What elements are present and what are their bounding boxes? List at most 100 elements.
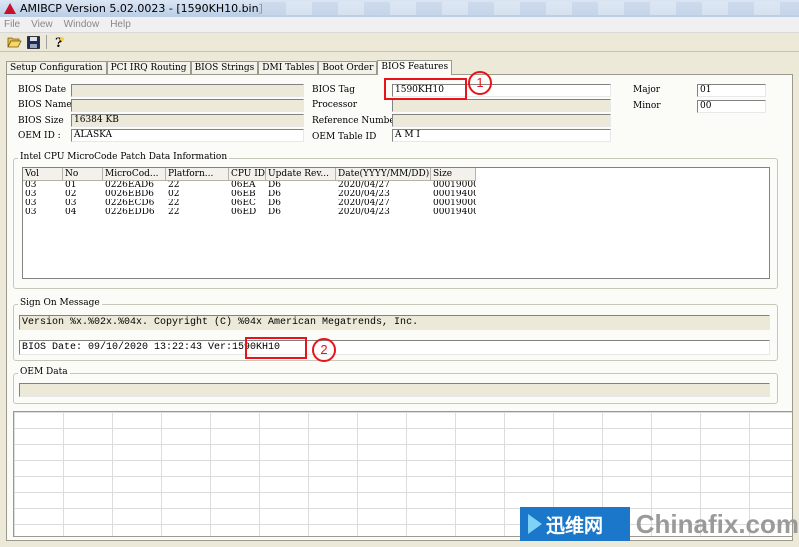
menu-bar: File View Window Help: [0, 17, 799, 33]
oem-table-id-field[interactable]: A M I: [392, 129, 611, 142]
column-header[interactable]: MicroCod...: [103, 168, 166, 181]
app-icon: [4, 3, 16, 14]
table-cell: 2020/04/27: [338, 181, 390, 190]
bios-date-label: BIOS Date: [18, 85, 67, 95]
window-title: AMIBCP Version 5.02.0023 - [1590KH10.bin…: [20, 2, 263, 15]
bios-date-field[interactable]: [71, 84, 304, 97]
menu-window[interactable]: Window: [64, 19, 100, 30]
annotation-marker-1: 1: [468, 71, 492, 95]
watermark-cn-text: 迅维网: [546, 514, 604, 537]
tab-pci-irq-routing[interactable]: PCI IRQ Routing: [106, 61, 191, 75]
tab-bios-strings[interactable]: BIOS Strings: [190, 61, 259, 75]
reference-number-field[interactable]: [392, 114, 611, 127]
table-cell: 03: [25, 208, 37, 217]
table-cell: 0026EBD6: [105, 190, 155, 199]
minor-label: Minor: [633, 101, 661, 111]
column-header[interactable]: Size: [431, 168, 476, 181]
column-header[interactable]: CPU ID: [229, 168, 266, 181]
tab-dmi-tables[interactable]: DMI Tables: [258, 61, 319, 75]
table-cell: 2020/04/27: [338, 199, 390, 208]
open-folder-icon[interactable]: [6, 34, 22, 50]
menu-file[interactable]: File: [4, 19, 20, 30]
minor-field[interactable]: 00: [697, 100, 766, 113]
annotation-box-bios-tag: [384, 78, 467, 100]
oem-table-id-label: OEM Table ID: [312, 132, 377, 142]
table-row[interactable]: 03 02 0026EBD6 02 06EB D6 2020/04/23 00019400: [23, 190, 769, 199]
help-icon[interactable]: ?: [51, 34, 67, 50]
toolbar: ?: [0, 33, 799, 52]
tab-strip: Setup Configuration PCI IRQ Routing BIOS…: [6, 60, 453, 75]
reference-number-label: Reference Number: [312, 116, 400, 126]
table-cell: 22: [168, 181, 180, 190]
watermark-logo: 迅维网: [520, 507, 630, 541]
oem-id-label: OEM ID :: [18, 131, 61, 141]
save-icon[interactable]: [25, 34, 41, 50]
menu-help[interactable]: Help: [110, 19, 131, 30]
bios-name-label: BIOS Name: [18, 100, 72, 110]
oem-data-group-title: OEM Data: [18, 367, 70, 378]
table-cell: D6: [268, 199, 281, 208]
table-cell: 00019000: [433, 181, 476, 190]
processor-field[interactable]: [392, 99, 611, 112]
bios-name-field[interactable]: [71, 99, 304, 112]
bios-tag-label: BIOS Tag: [312, 85, 356, 95]
annotation-box-sign-on-version: [245, 337, 307, 359]
column-header[interactable]: Platforn...: [166, 168, 229, 181]
tab-boot-order[interactable]: Boot Order: [318, 61, 378, 75]
annotation-marker-2: 2: [312, 338, 336, 362]
table-cell: D6: [268, 190, 281, 199]
menu-view[interactable]: View: [31, 19, 53, 30]
table-cell: D6: [268, 181, 281, 190]
major-field[interactable]: 01: [697, 84, 766, 97]
bios-size-label: BIOS Size: [18, 116, 64, 126]
table-cell: 02: [65, 190, 77, 199]
microcode-list-header: Vol No MicroCod... Platforn... CPU ID Update …: [23, 168, 769, 181]
sign-on-line-1[interactable]: Version %x.%02x.%04x. Copyright (C) %04x…: [19, 315, 770, 330]
watermark: 迅维网 Chinafix.com: [520, 505, 799, 543]
major-label: Major: [633, 85, 661, 95]
table-cell: 00019000: [433, 199, 476, 208]
oem-data-field[interactable]: [19, 383, 770, 397]
title-bar: AMIBCP Version 5.02.0023 - [1590KH10.bin…: [0, 0, 799, 17]
tab-setup-configuration[interactable]: Setup Configuration: [6, 61, 107, 75]
table-row[interactable]: 03 01 0226EAD6 22 06EA D6 2020/04/27 00019000: [23, 181, 769, 190]
table-cell: D6: [268, 208, 281, 217]
table-cell: 03: [25, 199, 37, 208]
table-cell: 06EA: [231, 181, 256, 190]
sign-on-line-2[interactable]: BIOS Date: 09/10/2020 13:22:43 Ver:1590K…: [19, 340, 770, 355]
table-cell: 06ED: [231, 208, 257, 217]
table-cell: 2020/04/23: [338, 190, 390, 199]
table-cell: 04: [65, 208, 77, 217]
microcode-group-title: Intel CPU MicroCode Patch Data Informati…: [18, 152, 230, 163]
table-cell: 01: [65, 181, 77, 190]
table-cell: 00019400: [433, 190, 476, 199]
sign-on-group-title: Sign On Message: [18, 298, 102, 309]
table-cell: 00019400: [433, 208, 476, 217]
table-row[interactable]: 03 04 0226EDD6 22 06ED D6 2020/04/23 00019400: [23, 208, 769, 217]
column-header[interactable]: Date(YYYY/MM/DD): [336, 168, 431, 181]
title-bar-obscured-area: [260, 2, 799, 15]
table-cell: 22: [168, 199, 180, 208]
table-cell: 06EB: [231, 190, 256, 199]
microcode-list[interactable]: Vol No MicroCod... Platforn... CPU ID Update …: [22, 167, 770, 279]
table-cell: 06EC: [231, 199, 256, 208]
table-cell: 0226EDD6: [105, 208, 155, 217]
processor-label: Processor: [312, 100, 358, 110]
sign-on-line-2-prefix: BIOS Date: 09/10/2020 13:22:43 Ver:: [22, 342, 233, 353]
table-cell: 22: [168, 208, 180, 217]
table-row[interactable]: 03 03 0226ECD6 22 06EC D6 2020/04/27 00019000: [23, 199, 769, 208]
column-header[interactable]: Update Rev...: [266, 168, 336, 181]
column-header[interactable]: Vol: [23, 168, 63, 181]
table-cell: 03: [25, 181, 37, 190]
bios-size-field[interactable]: 16384 KB: [71, 114, 304, 127]
table-cell: 02: [168, 190, 180, 199]
table-cell: 0226ECD6: [105, 199, 155, 208]
table-cell: 2020/04/23: [338, 208, 390, 217]
watermark-en-text: Chinafix.com: [635, 508, 799, 539]
toolbar-separator: [46, 35, 47, 49]
oem-id-field[interactable]: ALASKA: [71, 129, 304, 142]
tab-bios-features[interactable]: BIOS Features: [377, 60, 453, 75]
column-header[interactable]: No: [63, 168, 103, 181]
table-cell: 0226EAD6: [105, 181, 154, 190]
watermark-arrow-icon: [528, 514, 542, 534]
